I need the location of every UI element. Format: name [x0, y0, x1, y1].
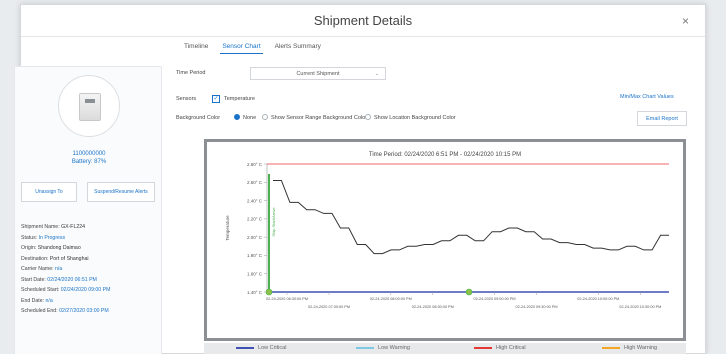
- x-tick-label: 02-24-2020 10:30:00 PM: [619, 305, 661, 309]
- x-tick-label: 02-24-2020 09:30:00 PM: [516, 305, 558, 309]
- info-label: Start Date:: [21, 276, 48, 283]
- sensor-chart: Time Period: 02/24/2020 6:51 PM - 02/24/…: [204, 139, 686, 341]
- tab-sensor-chart[interactable]: Sensor Chart: [220, 41, 263, 54]
- legend-label: Low Critical: [258, 345, 287, 351]
- bg-sensor-range-label: Show Sensor Range Background Color: [271, 115, 368, 121]
- y-tick-label: 1.80° C: [247, 253, 263, 258]
- x-tick-label: 02-24-2020 08:30:00 PM: [412, 305, 454, 309]
- info-row: Carrier Name: n/a: [21, 264, 161, 275]
- arrival-point: [465, 288, 473, 296]
- temperature-series-line: [273, 180, 669, 255]
- info-label: Scheduled Start:: [21, 287, 61, 293]
- legend-swatch: [356, 347, 374, 349]
- ship-start-point: [265, 288, 273, 296]
- info-label: Origin:: [21, 245, 38, 251]
- info-value[interactable]: n/a: [55, 266, 62, 272]
- y-tick-label: 2.20° C: [247, 217, 263, 222]
- legend-swatch: [602, 347, 620, 349]
- close-icon[interactable]: ×: [682, 14, 689, 28]
- email-report-button[interactable]: Email Report: [637, 111, 687, 126]
- y-tick-label: 2.00° C: [247, 235, 263, 240]
- legend-label: Low Warning: [378, 345, 410, 351]
- legend-item[interactable]: Low Critical: [236, 345, 286, 351]
- chart-canvas: 2.80° C 2.60° C 2.40° C 2.20° C 2.00° C 1.80°…: [225, 162, 669, 309]
- legend-label: High Warning: [624, 345, 658, 351]
- tab-bar: Timeline Sensor Chart Alerts Summary: [182, 41, 323, 54]
- y-axis-label: Temperature: [225, 215, 230, 241]
- info-label: End Date:: [21, 297, 46, 304]
- info-value[interactable]: 02/27/2020 03:00 PM: [59, 308, 109, 314]
- x-tick-label: 02-24-2020 08:00:00 PM: [370, 297, 412, 301]
- info-row: Scheduled End: 02/27/2020 03:00 PM: [21, 306, 161, 317]
- info-row: Scheduled Start: 02/24/2020 09:00 PM: [21, 285, 161, 296]
- modal-header: Shipment Details ×: [21, 5, 705, 37]
- y-tick-label: 1.60° C: [247, 272, 263, 277]
- info-row: Start Date: 02/24/2020 06:51 PM: [21, 275, 161, 286]
- bg-location-radio[interactable]: [365, 114, 371, 120]
- tab-alerts-summary[interactable]: Alerts Summary: [273, 41, 323, 54]
- tracker-device-icon: [79, 93, 101, 121]
- legend-swatch: [474, 347, 492, 349]
- info-row: Shipment Name: GX-FL224: [21, 222, 161, 233]
- y-tick-label: 1.40° C: [247, 290, 263, 295]
- info-label: Shipment Name:: [21, 224, 62, 230]
- device-id[interactable]: 1100000000: [15, 151, 163, 157]
- legend-item[interactable]: Low Warning: [356, 345, 410, 351]
- suspend-resume-alerts-button[interactable]: Suspend/Resume Alerts: [87, 182, 155, 202]
- info-value: Shandong Daimao: [37, 245, 81, 251]
- legend-item[interactable]: High Warning: [602, 345, 657, 351]
- bg-none-radio[interactable]: [234, 114, 240, 120]
- legend-item[interactable]: High Critical: [474, 345, 526, 351]
- info-label: Carrier Name:: [21, 266, 56, 272]
- x-tick-label: 02-24-2020 06:30:00 PM: [266, 297, 308, 301]
- min-max-chart-values-link[interactable]: Min/Max Chart Values: [620, 94, 674, 100]
- info-row: End Date: n/a: [21, 296, 161, 307]
- y-tick-label: 2.60° C: [247, 180, 263, 185]
- shipment-info-list: Shipment Name: GX-FL224 Status: In Progre…: [21, 222, 161, 317]
- device-panel: 1100000000 Battery: 87% Unassign To Susp…: [14, 66, 162, 354]
- info-value: Port of Shanghai: [49, 255, 89, 262]
- info-row: Status: In Progress: [21, 233, 161, 244]
- x-tick-label: 02-24-2020 07:30:00 PM: [308, 305, 350, 309]
- x-tick-label: 02-24-2020 09:00:00 PM: [474, 297, 516, 301]
- device-battery: Battery: 87%: [71, 159, 107, 165]
- tab-timeline[interactable]: Timeline: [182, 41, 210, 54]
- temperature-checkbox-label: Temperature: [224, 96, 255, 102]
- chart-legend: Low Critical Low Warning High Critical High…: [204, 343, 686, 354]
- y-tick-label: 2.40° C: [247, 198, 263, 203]
- bg-none-label: None: [243, 115, 257, 121]
- info-value[interactable]: In Progress: [39, 235, 66, 241]
- info-value: GX-FL224: [61, 224, 86, 230]
- legend-swatch: [236, 347, 254, 349]
- bg-location-label: Show Location Background Color: [374, 115, 456, 121]
- info-value[interactable]: 02/24/2020 09:00 PM: [61, 287, 111, 293]
- info-value[interactable]: n/a: [46, 298, 53, 304]
- x-tick-label: 02-24-2020 10:00:00 PM: [577, 297, 619, 301]
- background-color-label: Background Color: [176, 115, 221, 121]
- legend-label: High Critical: [496, 345, 526, 351]
- info-row: Origin: Shandong Daimao: [21, 243, 161, 254]
- ship-start-label: Ship Start/Arrive: [271, 207, 276, 237]
- sensors-label: Sensors: [176, 96, 197, 102]
- time-period-select[interactable]: Current Shipment ⌄: [250, 67, 386, 80]
- temperature-checkbox[interactable]: ✓: [212, 95, 220, 103]
- chevron-down-icon: ⌄: [374, 71, 379, 77]
- bg-sensor-range-radio[interactable]: [262, 114, 268, 120]
- info-label: Scheduled End:: [21, 308, 60, 314]
- info-label: Destination:: [21, 255, 50, 262]
- info-label: Status:: [21, 234, 39, 241]
- modal-title: Shipment Details: [313, 13, 413, 28]
- device-avatar: [58, 75, 120, 137]
- info-value[interactable]: 02/24/2020 06:51 PM: [47, 277, 97, 283]
- info-row: Destination: Port of Shanghai: [21, 254, 161, 265]
- unassign-button[interactable]: Unassign To: [21, 182, 77, 202]
- time-period-label: Time Period: [176, 70, 206, 76]
- y-tick-label: 2.80° C: [247, 162, 263, 167]
